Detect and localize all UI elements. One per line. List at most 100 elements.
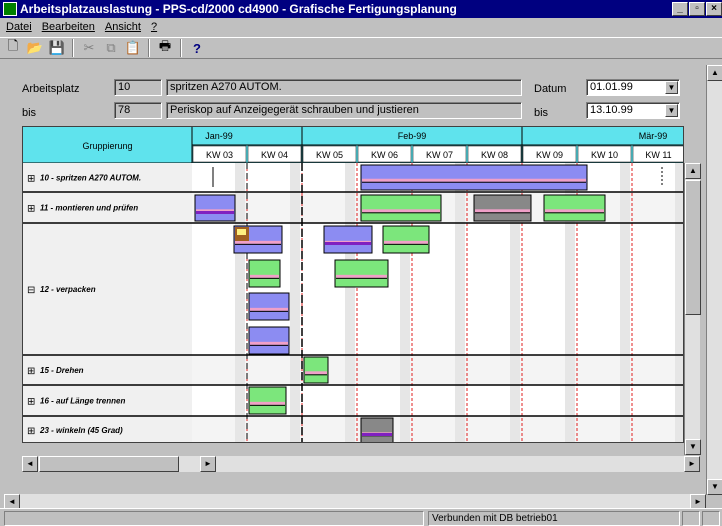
arbeitsplatz-to-field[interactable]: 78 bbox=[114, 102, 162, 119]
gantt-chart: Gruppierung Jan-99 Feb-99 Mär-99 KW 03 KW 04 K… bbox=[23, 127, 683, 443]
weekend-shade bbox=[620, 355, 630, 385]
month-label: Mär-99 bbox=[639, 131, 668, 141]
bis-label: bis bbox=[22, 107, 37, 119]
datum-from-combo[interactable]: 01.01.99 ▼ bbox=[586, 79, 680, 96]
help-icon[interactable]: ? bbox=[188, 39, 206, 57]
app-icon bbox=[3, 2, 17, 16]
print-icon[interactable]: 🖶 bbox=[156, 38, 174, 57]
task-bar[interactable] bbox=[194, 194, 236, 222]
weekend-shade bbox=[565, 355, 575, 385]
task-bar[interactable] bbox=[248, 292, 290, 321]
expand-icon: ⊞ bbox=[27, 174, 35, 185]
minimize-button[interactable]: _ bbox=[672, 2, 688, 16]
gantt-horizontal-scrollbar[interactable]: ◄ ► ► bbox=[22, 456, 700, 472]
weekend-shade bbox=[290, 163, 300, 192]
status-bar: Verbunden mit DB betrieb01 bbox=[0, 508, 722, 526]
toolbar-separator bbox=[180, 39, 182, 57]
week-label: KW 11 bbox=[645, 150, 671, 160]
weekend-shade bbox=[235, 192, 245, 223]
toolbar-separator bbox=[148, 39, 150, 57]
weekend-shade bbox=[290, 416, 300, 442]
weekend-shade bbox=[455, 416, 465, 442]
month-label: Jan-99 bbox=[205, 131, 233, 141]
maximize-button[interactable]: ▫ bbox=[689, 2, 705, 16]
paste-icon[interactable]: 📋 bbox=[124, 39, 142, 57]
scroll-left-icon[interactable]: ◄ bbox=[22, 456, 38, 472]
bar-stripe-border bbox=[545, 212, 604, 214]
bar-stripe bbox=[305, 371, 327, 375]
scroll-down-icon[interactable]: ▼ bbox=[707, 479, 722, 495]
datum-from-value: 01.01.99 bbox=[590, 81, 633, 93]
task-bar[interactable] bbox=[473, 194, 532, 222]
bar-stripe bbox=[362, 433, 392, 436]
expand-icon: ⊞ bbox=[27, 397, 35, 408]
bar-stripe bbox=[384, 240, 428, 244]
weekend-shade bbox=[565, 416, 575, 442]
bar-stripe bbox=[250, 341, 288, 345]
dropdown-arrow-icon[interactable]: ▼ bbox=[665, 81, 678, 94]
task-bar[interactable] bbox=[382, 225, 430, 254]
task-bar[interactable] bbox=[360, 194, 442, 222]
task-bar[interactable] bbox=[323, 225, 373, 254]
dropdown-arrow-icon[interactable]: ▼ bbox=[665, 104, 678, 117]
task-bar[interactable] bbox=[248, 386, 287, 415]
menu-help[interactable]: ? bbox=[151, 18, 157, 36]
weekend-shade bbox=[620, 223, 630, 355]
row-label: 15 - Drehen bbox=[40, 366, 84, 375]
task-bar[interactable] bbox=[360, 417, 394, 443]
scroll-right-icon[interactable]: ► bbox=[200, 456, 216, 472]
row-label: 16 - auf Länge trennen bbox=[40, 397, 125, 406]
new-icon[interactable]: 🗋 bbox=[4, 38, 22, 57]
cut-icon[interactable]: ✂ bbox=[80, 39, 98, 57]
task-bar[interactable] bbox=[360, 164, 588, 191]
week-label: KW 09 bbox=[536, 150, 563, 160]
week-label: KW 05 bbox=[316, 150, 343, 160]
bar-stripe-border bbox=[475, 212, 530, 214]
task-bar[interactable] bbox=[248, 326, 290, 355]
bar-stripe-border bbox=[384, 243, 428, 245]
close-button[interactable]: × bbox=[706, 2, 722, 16]
save-icon[interactable]: 💾 bbox=[48, 39, 66, 57]
weekend-shade bbox=[510, 355, 520, 385]
bar-stripe bbox=[545, 209, 604, 213]
row-label: 12 - verpacken bbox=[40, 285, 96, 294]
weekend-shade bbox=[290, 192, 300, 223]
week-label: KW 07 bbox=[426, 150, 453, 160]
weekend-shade bbox=[345, 416, 355, 442]
toolbar-separator bbox=[72, 39, 74, 57]
weekend-shade bbox=[620, 416, 630, 442]
expand-icon: ⊞ bbox=[27, 426, 35, 437]
weekend-shade bbox=[290, 223, 300, 355]
datum-to-combo[interactable]: 13.10.99 ▼ bbox=[586, 102, 680, 119]
bar-stripe-border bbox=[336, 277, 387, 279]
window-vertical-scrollbar[interactable]: ▲ ▼ bbox=[706, 65, 722, 495]
arbeitsplatz-from-field[interactable]: 10 bbox=[114, 79, 162, 96]
weekend-shade bbox=[345, 385, 355, 416]
bar-stripe bbox=[336, 274, 387, 278]
status-panel bbox=[682, 511, 700, 526]
scroll-up-icon[interactable]: ▲ bbox=[707, 65, 722, 81]
scroll-up-icon[interactable]: ▲ bbox=[685, 163, 701, 179]
open-icon[interactable]: 📂 bbox=[26, 39, 44, 57]
scroll-right-icon[interactable]: ► bbox=[684, 456, 700, 472]
task-bar[interactable] bbox=[543, 194, 606, 222]
copy-icon[interactable]: ⧉ bbox=[102, 39, 120, 57]
bar-stripe-border bbox=[362, 181, 586, 183]
row-body bbox=[192, 416, 683, 442]
scroll-thumb[interactable] bbox=[39, 456, 179, 472]
menu-ansicht[interactable]: Ansicht bbox=[105, 18, 141, 36]
task-bar[interactable] bbox=[303, 356, 329, 384]
bar-stripe bbox=[250, 401, 285, 405]
scroll-thumb[interactable] bbox=[685, 180, 701, 315]
gantt-vertical-scrollbar[interactable]: ▲ ▼ bbox=[684, 163, 701, 455]
bar-stripe-border bbox=[250, 344, 288, 346]
weekend-shade bbox=[345, 192, 355, 223]
menu-bearbeiten[interactable]: Bearbeiten bbox=[42, 18, 95, 36]
task-bar[interactable] bbox=[248, 259, 281, 288]
task-bar[interactable] bbox=[334, 259, 389, 288]
weekend-shade bbox=[345, 355, 355, 385]
menu-datei[interactable]: Datei bbox=[6, 18, 32, 36]
weekend-shade bbox=[235, 416, 245, 442]
weekend-shade bbox=[620, 385, 630, 416]
scroll-down-icon[interactable]: ▼ bbox=[685, 439, 701, 455]
